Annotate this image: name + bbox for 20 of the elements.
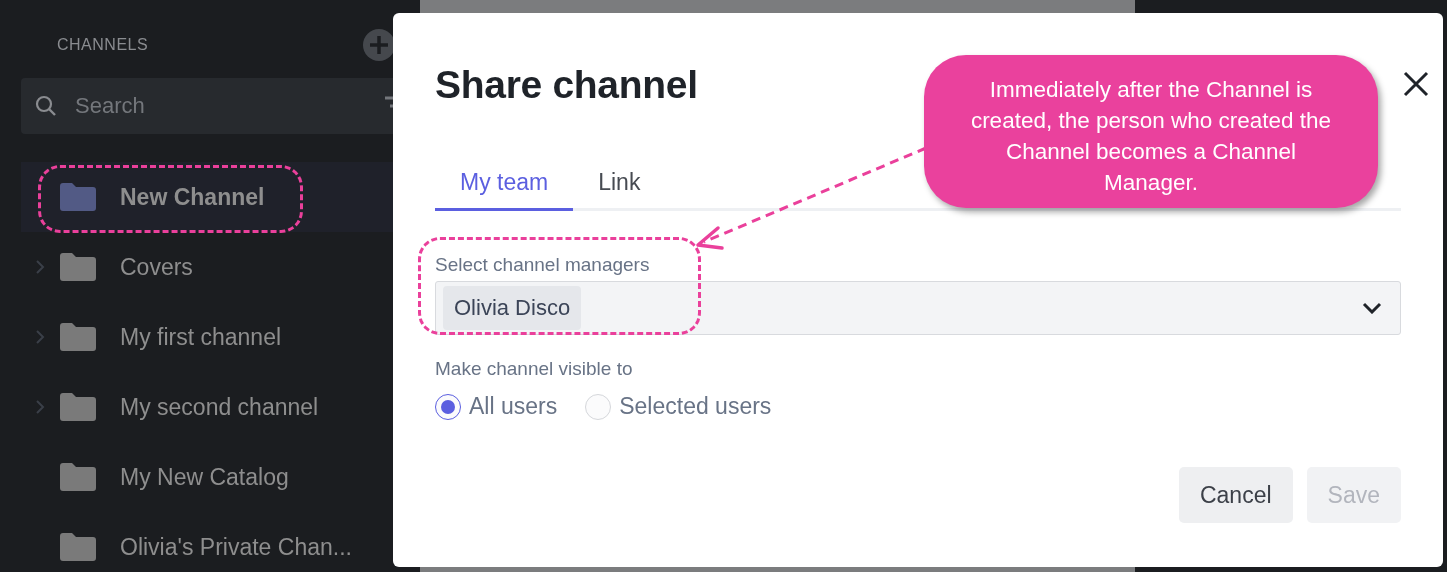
option-label: Selected users (619, 393, 772, 420)
callout-note: Immediately after the Channel is created, the person who created the Channel becomes a Channel Manager. (924, 55, 1378, 208)
section-heading: CHANNELS (57, 36, 149, 54)
dialog-title: Share channel (435, 63, 698, 107)
manager-chip[interactable]: Olivia Disco (443, 286, 582, 330)
managers-select[interactable]: Olivia Disco (435, 281, 1401, 335)
channel-item[interactable]: My New Catalog (21, 442, 420, 512)
radio-option[interactable]: Selected users (585, 393, 772, 420)
channel-item[interactable]: Olivia's Private Chan... (21, 512, 420, 572)
radio-option[interactable]: All users (435, 393, 558, 420)
field-label: Make channel visible to (435, 358, 634, 380)
tab[interactable]: My team (435, 163, 574, 211)
channel-item[interactable]: My second channel (21, 372, 420, 442)
search-field[interactable]: Search (73, 92, 368, 120)
option-label: All users (469, 393, 558, 420)
field-label: Select channel managers (435, 254, 651, 276)
tab[interactable]: Link (573, 163, 666, 211)
channel-item[interactable]: Covers (21, 232, 420, 302)
channel-item[interactable]: My first channel (21, 302, 420, 372)
dialog-button[interactable]: Cancel (1178, 467, 1293, 523)
